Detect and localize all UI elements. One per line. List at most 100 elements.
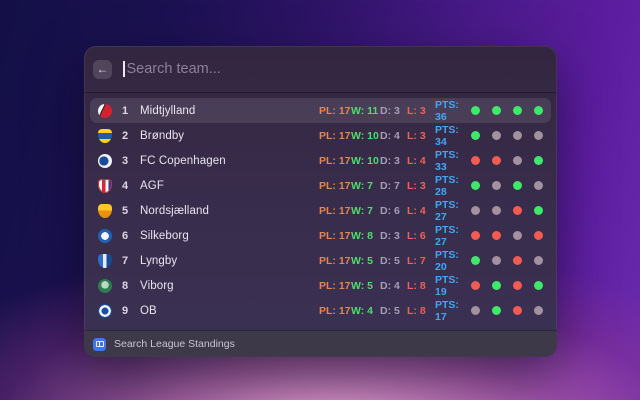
team-badge-icon — [98, 278, 112, 293]
team-row[interactable]: 6 Silkeborg PL: 17 W: 8 D: 3 L: 6 PTS: 2… — [90, 223, 551, 248]
form-dot-win — [534, 281, 543, 290]
team-row[interactable]: 8 Viborg PL: 17 W: 5 D: 4 L: 8 PTS: 19 — [90, 273, 551, 298]
form-dot-draw — [471, 206, 480, 215]
team-row[interactable]: 9 OB PL: 17 W: 4 D: 5 L: 8 PTS: 17 — [90, 298, 551, 323]
team-stats: PL: 17 W: 10 D: 4 L: 3 PTS: 34 — [319, 124, 471, 148]
stat-draws: D: 7 — [380, 179, 400, 192]
stat-played: PL: 17 — [319, 154, 351, 167]
team-stats: PL: 17 W: 5 D: 5 L: 7 PTS: 20 — [319, 249, 471, 273]
form-dot-win — [513, 181, 522, 190]
team-row[interactable]: 1 Midtjylland PL: 17 W: 11 D: 3 L: 3 PTS… — [90, 98, 551, 123]
stat-points: PTS: 33 — [435, 148, 459, 173]
stat-losses: L: 6 — [407, 229, 426, 242]
stat-played: PL: 17 — [319, 104, 351, 117]
team-rank: 9 — [121, 304, 129, 317]
stat-losses: L: 4 — [407, 204, 426, 217]
back-button[interactable]: ← — [93, 59, 112, 79]
stat-draws: D: 5 — [380, 254, 400, 267]
stat-points: PTS: 17 — [435, 298, 459, 323]
form-dot-loss — [471, 231, 480, 240]
team-name: OB — [140, 304, 157, 317]
form-dots — [471, 106, 543, 115]
form-dot-draw — [492, 206, 501, 215]
stat-losses: L: 8 — [407, 304, 426, 317]
stat-draws: D: 3 — [380, 104, 400, 117]
form-dot-draw — [492, 256, 501, 265]
team-row[interactable]: 2 Brøndby PL: 17 W: 10 D: 4 L: 3 PTS: 34 — [90, 123, 551, 148]
standings-list: 1 Midtjylland PL: 17 W: 11 D: 3 L: 3 PTS… — [84, 93, 557, 330]
table-grid-icon — [93, 337, 106, 351]
team-rank: 6 — [121, 229, 129, 242]
stat-losses: L: 8 — [407, 279, 426, 292]
stat-wins: W: 10 — [351, 129, 379, 142]
stat-losses: L: 4 — [407, 154, 426, 167]
stat-draws: D: 4 — [380, 279, 400, 292]
stat-wins: W: 10 — [351, 154, 379, 167]
form-dot-draw — [534, 306, 543, 315]
stat-played: PL: 17 — [319, 279, 351, 292]
stat-wins: W: 7 — [351, 179, 373, 192]
search-input[interactable] — [126, 61, 548, 77]
team-stats: PL: 17 W: 8 D: 3 L: 6 PTS: 27 — [319, 224, 471, 248]
team-stats: PL: 17 W: 7 D: 6 L: 4 PTS: 27 — [319, 199, 471, 223]
form-dot-loss — [513, 306, 522, 315]
form-dot-draw — [492, 131, 501, 140]
team-badge-icon — [98, 128, 112, 143]
form-dot-win — [492, 281, 501, 290]
stat-draws: D: 4 — [380, 129, 400, 142]
form-dot-win — [492, 306, 501, 315]
form-dot-draw — [513, 131, 522, 140]
team-rank: 3 — [121, 154, 129, 167]
form-dot-draw — [534, 131, 543, 140]
form-dot-win — [471, 106, 480, 115]
team-row[interactable]: 5 Nordsjælland PL: 17 W: 7 D: 6 L: 4 PTS… — [90, 198, 551, 223]
stat-played: PL: 17 — [319, 204, 351, 217]
stat-draws: D: 5 — [380, 304, 400, 317]
team-row[interactable]: 4 AGF PL: 17 W: 7 D: 7 L: 3 PTS: 28 — [90, 173, 551, 198]
stat-losses: L: 7 — [407, 254, 426, 267]
text-cursor — [123, 61, 125, 77]
form-dot-loss — [471, 281, 480, 290]
form-dot-draw — [492, 181, 501, 190]
form-dots — [471, 181, 543, 190]
team-badge-icon — [98, 253, 112, 268]
form-dot-loss — [534, 231, 543, 240]
team-name: Nordsjælland — [140, 204, 209, 217]
form-dots — [471, 281, 543, 290]
team-row[interactable]: 7 Lyngby PL: 17 W: 5 D: 5 L: 7 PTS: 20 — [90, 248, 551, 273]
form-dots — [471, 306, 543, 315]
team-badge-icon — [98, 103, 112, 118]
form-dot-win — [534, 206, 543, 215]
stat-played: PL: 17 — [319, 229, 351, 242]
stat-draws: D: 3 — [380, 229, 400, 242]
team-name: FC Copenhagen — [140, 154, 226, 167]
team-rank: 5 — [121, 204, 129, 217]
team-stats: PL: 17 W: 5 D: 4 L: 8 PTS: 19 — [319, 274, 471, 298]
stat-wins: W: 7 — [351, 204, 373, 217]
stat-points: PTS: 20 — [435, 248, 459, 273]
stat-draws: D: 3 — [380, 154, 400, 167]
team-stats: PL: 17 W: 10 D: 3 L: 4 PTS: 33 — [319, 149, 471, 173]
form-dot-loss — [513, 281, 522, 290]
form-dot-win — [471, 131, 480, 140]
form-dot-win — [471, 181, 480, 190]
stat-wins: W: 5 — [351, 279, 373, 292]
form-dot-win — [534, 156, 543, 165]
team-badge-icon — [98, 178, 112, 193]
stat-played: PL: 17 — [319, 254, 351, 267]
form-dot-win — [492, 106, 501, 115]
stat-points: PTS: 28 — [435, 173, 459, 198]
team-stats: PL: 17 W: 4 D: 5 L: 8 PTS: 17 — [319, 299, 471, 323]
stat-wins: W: 4 — [351, 304, 373, 317]
team-badge-icon — [98, 153, 112, 168]
stat-wins: W: 11 — [351, 104, 379, 117]
team-name: AGF — [140, 179, 164, 192]
form-dot-loss — [492, 231, 501, 240]
team-rank: 1 — [121, 104, 129, 117]
stat-played: PL: 17 — [319, 304, 351, 317]
stat-losses: L: 3 — [407, 104, 426, 117]
form-dot-win — [534, 106, 543, 115]
team-row[interactable]: 3 FC Copenhagen PL: 17 W: 10 D: 3 L: 4 P… — [90, 148, 551, 173]
form-dot-loss — [513, 256, 522, 265]
stat-played: PL: 17 — [319, 179, 351, 192]
